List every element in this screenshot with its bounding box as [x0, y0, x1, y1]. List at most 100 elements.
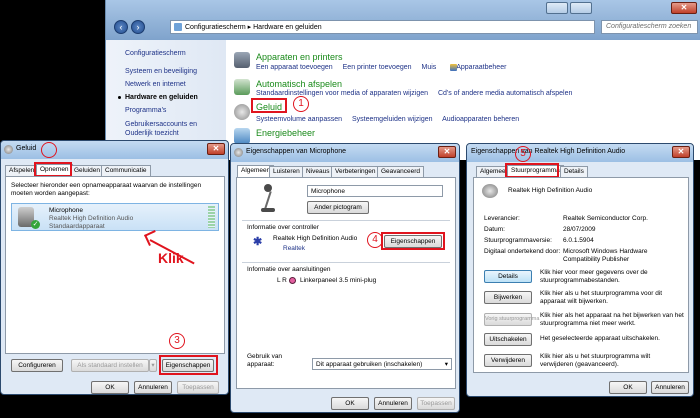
set-default-button[interactable]: Als standaard instellen [71, 359, 149, 372]
link-device-manager[interactable]: Apparaatbeheer [456, 64, 506, 71]
configure-button[interactable]: Configureren [11, 359, 63, 372]
close-icon[interactable]: ✕ [671, 2, 697, 14]
link-add-printer[interactable]: Een printer toevoegen [343, 64, 412, 71]
tab-communicatie[interactable]: Communicatie [101, 165, 151, 176]
geluid-title: Geluid [16, 145, 37, 152]
step-marker-3: 3 [169, 333, 185, 349]
action-desc: Klik hier als u het stuurprogramma wilt … [540, 353, 651, 368]
highlight-stuurprogramma [505, 163, 559, 178]
category-links-devices: Een apparaat toevoegen Een printer toevo… [256, 64, 514, 71]
link-cd-autoplay[interactable]: Cd's of andere media automatisch afspele… [438, 90, 572, 97]
step-marker-1: 1 [293, 96, 309, 112]
shield-icon [450, 64, 457, 71]
close-icon[interactable]: ✕ [438, 146, 456, 158]
link-add-device[interactable]: Een apparaat toevoegen [256, 64, 333, 71]
separator [242, 220, 450, 221]
set-default-dropdown[interactable]: ▾ [149, 359, 157, 372]
sidebar-item-programmas[interactable]: Programma's [125, 107, 166, 114]
jack-text: Linkerpaneel 3.5 mini-plug [300, 277, 377, 284]
breadcrumb-item[interactable]: Configuratiescherm [185, 24, 246, 31]
microphone-icon [261, 184, 275, 214]
sidebar-item-systeem[interactable]: Systeem en beveiliging [125, 68, 197, 75]
ok-button[interactable]: OK [331, 397, 369, 410]
minimize-icon[interactable] [546, 2, 568, 14]
rt-device-name: Realtek High Definition Audio [508, 187, 593, 194]
link-audio-devices[interactable]: Audioapparaten beheren [442, 116, 519, 123]
realtek-titlebar: Eigenschappen van Realtek High Definitio… [467, 144, 693, 162]
hint-label: Klik [158, 250, 184, 266]
category-title-autoplay[interactable]: Automatisch afspelen [256, 79, 342, 89]
tab-verbeteringen[interactable]: Verbeteringen [331, 166, 380, 177]
field-label: Datum: [484, 226, 505, 233]
device-status: Standaardapparaat [49, 223, 105, 230]
rollback-driver-button[interactable]: Vorig stuurprogramma [484, 313, 539, 326]
category-title-energie[interactable]: Energiebeheer [256, 128, 315, 138]
update-driver-button[interactable]: Bijwerken [484, 291, 532, 304]
apply-button[interactable]: Toepassen [177, 381, 219, 394]
usage-select[interactable]: Dit apparaat gebruiken (inschakelen) ▾ [312, 358, 452, 370]
change-icon-button[interactable]: Ander pictogram [307, 201, 369, 214]
category-title-devices[interactable]: Apparaten en printers [256, 52, 343, 62]
tab-niveaus[interactable]: Niveaus [302, 166, 334, 177]
action-desc: Het geselecteerde apparaat uitschakelen. [540, 335, 660, 342]
highlight-properties [159, 355, 218, 375]
field-value: Microsoft Windows Hardware Compatibility… [563, 248, 648, 263]
realtek-crab-icon: ✱ [253, 236, 263, 248]
tab-geluiden[interactable]: Geluiden [70, 165, 105, 176]
highlight-geluid [251, 98, 287, 113]
link-system-sounds[interactable]: Systeemgeluiden wijzigen [352, 116, 433, 123]
category-links-geluid: Systeemvolume aanpassen Systeemgeluiden … [256, 116, 527, 123]
sidebar-item-hardware[interactable]: Hardware en geluiden [125, 94, 198, 101]
ok-button[interactable]: OK [609, 381, 647, 394]
controller-vendor-link[interactable]: Realtek [283, 245, 305, 252]
device-name-input[interactable]: Microphone [307, 185, 443, 197]
link-system-volume[interactable]: Systeemvolume aanpassen [256, 116, 342, 123]
chevron-down-icon: ▾ [444, 361, 448, 368]
search-input[interactable]: Configuratiescherm zoeken [601, 20, 698, 34]
device-row-microphone[interactable]: ✓ Microphone Realtek High Definition Aud… [11, 203, 219, 231]
usage-label: Gebruik van apparaat: [247, 353, 283, 368]
mic-title: Eigenschappen van Microphone [246, 148, 347, 155]
details-button[interactable]: Details [484, 270, 532, 283]
checkmark-icon: ✓ [31, 220, 40, 229]
forward-arrow-icon[interactable]: › [131, 20, 145, 34]
controller-name: Realtek High Definition Audio [273, 235, 358, 242]
field-label: Digitaal ondertekend door: [484, 248, 561, 255]
link-mouse[interactable]: Muis [421, 64, 436, 71]
sidebar-item-configuratiescherm[interactable]: Configuratiescherm [125, 50, 186, 57]
maximize-icon[interactable] [570, 2, 592, 14]
back-arrow-icon[interactable]: ‹ [114, 20, 128, 34]
close-icon[interactable]: ✕ [672, 146, 690, 158]
action-desc: Klik hier voor meer gegevens over de stu… [540, 269, 648, 284]
breadcrumb-item[interactable]: Hardware en geluiden [253, 24, 322, 31]
step-marker-5: 5 [515, 146, 531, 162]
tab-geavanceerd[interactable]: Geavanceerd [377, 166, 425, 177]
sidebar-item-gebruikersaccounts[interactable]: Gebruikersaccounts en Ouderlijk toezicht [125, 120, 215, 138]
cancel-button[interactable]: Annuleren [134, 381, 172, 394]
cancel-button[interactable]: Annuleren [374, 397, 412, 410]
geluid-dialog: Geluid ✕ Afspelen Opnemen Geluiden Commu… [0, 140, 229, 395]
cancel-button[interactable]: Annuleren [651, 381, 689, 394]
algemeen-panel: Microphone Ander pictogram Informatie ov… [236, 177, 456, 389]
tab-luisteren[interactable]: Luisteren [269, 166, 304, 177]
controller-header: Informatie over controller [247, 224, 319, 231]
speaker-icon [4, 145, 13, 154]
realtek-title: Eigenschappen van Realtek High Definitio… [471, 148, 626, 155]
realtek-properties-dialog: Eigenschappen van Realtek High Definitio… [466, 143, 694, 397]
field-value: 28/07/2009 [563, 226, 596, 233]
usage-value: Dit apparaat gebruiken (inschakelen) [316, 361, 423, 368]
tab-details[interactable]: Details [560, 166, 588, 177]
field-value: 6.0.1.5904 [563, 237, 594, 244]
link-media-defaults[interactable]: Standaardinstellingen voor media of appa… [256, 90, 428, 97]
address-bar[interactable]: Configuratiescherm ▸ Hardware en geluide… [170, 20, 595, 34]
separator [242, 262, 450, 263]
uninstall-button[interactable]: Verwijderen [484, 354, 532, 367]
selected-bullet [118, 96, 121, 99]
disable-button[interactable]: Uitschakelen [484, 333, 532, 346]
apply-button[interactable]: Toepassen [417, 397, 455, 410]
sidebar-item-netwerk[interactable]: Netwerk en internet [125, 81, 186, 88]
jack-lr: L R [277, 277, 287, 284]
close-icon[interactable]: ✕ [207, 143, 225, 155]
field-label: Stuurprogrammaversie: [484, 237, 552, 244]
ok-button[interactable]: OK [91, 381, 129, 394]
